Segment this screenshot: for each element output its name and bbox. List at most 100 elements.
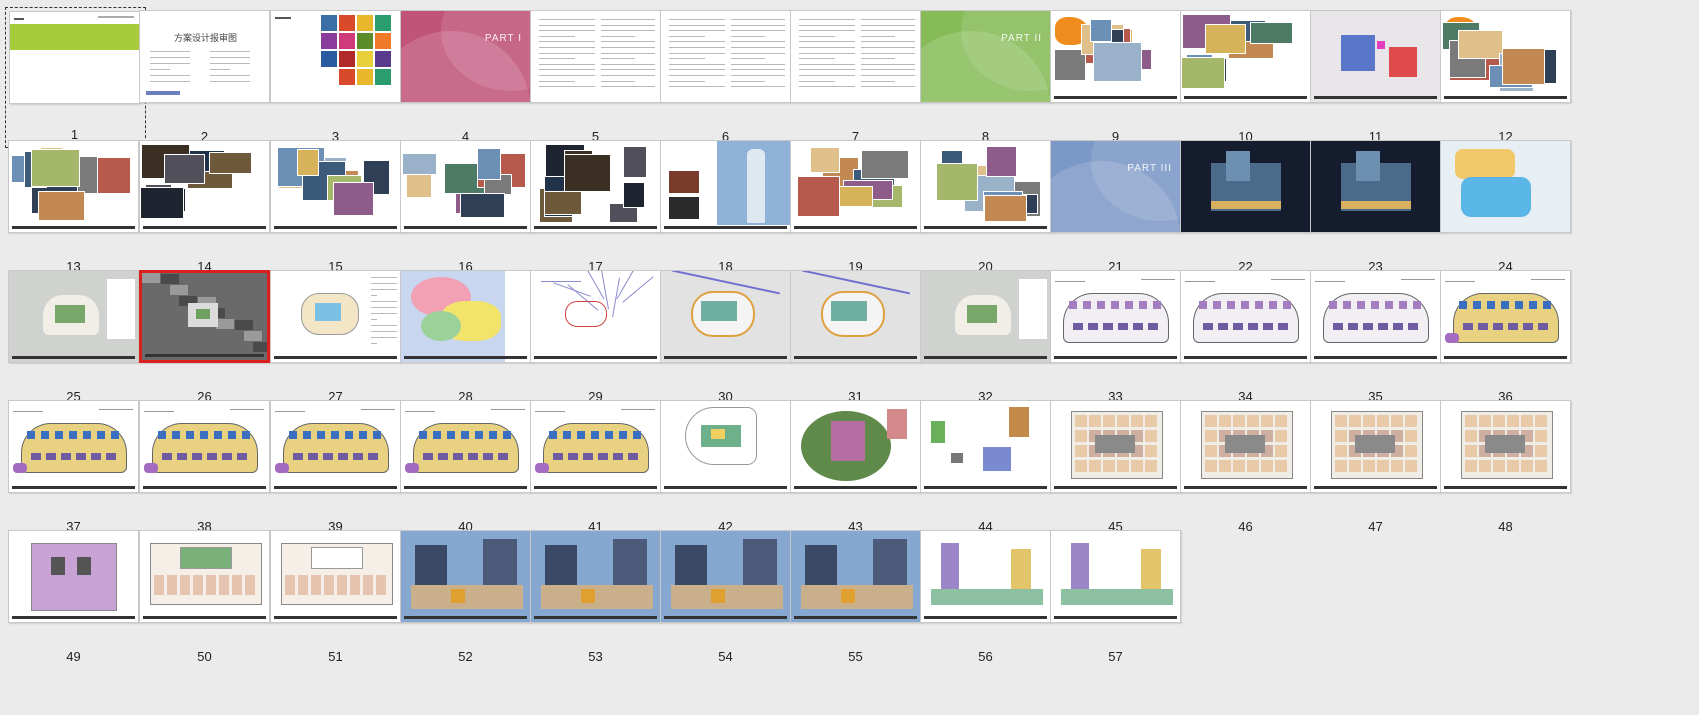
slide-cell-37[interactable]: 37 bbox=[8, 400, 149, 541]
slide-cell-26[interactable]: 26 bbox=[139, 270, 280, 411]
slide-cell-8[interactable]: PART II 8 bbox=[920, 10, 1061, 151]
slide-cell-19[interactable]: 19 bbox=[790, 140, 931, 281]
slide-cell-13[interactable]: 13 bbox=[8, 140, 149, 281]
slide-cell-6[interactable]: 6 bbox=[660, 10, 801, 151]
slide-cell-41[interactable]: 41 bbox=[530, 400, 671, 541]
slide-cell-3[interactable]: 3 bbox=[270, 10, 411, 151]
slide-thumbnail[interactable] bbox=[1050, 270, 1181, 363]
slide-cell-18[interactable]: 18 bbox=[660, 140, 801, 281]
slide-cell-56[interactable]: 56 bbox=[920, 530, 1061, 671]
slide-thumbnail[interactable] bbox=[270, 10, 401, 103]
slide-cell-1[interactable]: 1 bbox=[5, 7, 146, 148]
slide-cell-44[interactable]: 44 bbox=[920, 400, 1061, 541]
slide-cell-20[interactable]: 20 bbox=[920, 140, 1061, 281]
slide-thumbnail[interactable] bbox=[270, 530, 401, 623]
slide-thumbnail[interactable] bbox=[139, 530, 270, 623]
slide-thumbnail[interactable] bbox=[139, 400, 270, 493]
slide-thumbnail[interactable] bbox=[530, 140, 661, 233]
slide-cell-4[interactable]: PART I 4 bbox=[400, 10, 541, 151]
slide-cell-28[interactable]: 28 bbox=[400, 270, 541, 411]
slide-cell-46[interactable]: 46 bbox=[1180, 400, 1321, 541]
slide-thumbnail[interactable] bbox=[790, 400, 921, 493]
slide-thumbnail[interactable] bbox=[920, 270, 1051, 363]
slide-thumbnail[interactable] bbox=[270, 270, 401, 363]
slide-thumbnail[interactable]: PART III bbox=[1050, 140, 1181, 233]
slide-thumbnail[interactable]: PART I bbox=[400, 10, 531, 103]
slide-cell-43[interactable]: 43 bbox=[790, 400, 931, 541]
slide-thumbnail[interactable] bbox=[1180, 10, 1311, 103]
slide-thumbnail[interactable] bbox=[660, 270, 791, 363]
slide-thumbnail[interactable] bbox=[1310, 400, 1441, 493]
slide-thumbnail[interactable] bbox=[660, 530, 791, 623]
slide-thumbnail[interactable] bbox=[790, 10, 921, 103]
slide-cell-48[interactable]: 48 bbox=[1440, 400, 1581, 541]
slide-thumbnail[interactable] bbox=[660, 140, 791, 233]
slide-thumbnail[interactable] bbox=[9, 11, 140, 104]
slide-thumbnail[interactable] bbox=[1440, 400, 1571, 493]
slide-thumbnail[interactable] bbox=[920, 530, 1051, 623]
slide-cell-29[interactable]: 29 bbox=[530, 270, 671, 411]
slide-cell-16[interactable]: 16 bbox=[400, 140, 541, 281]
slide-thumbnail[interactable] bbox=[660, 10, 791, 103]
slide-thumbnail[interactable] bbox=[1180, 400, 1311, 493]
slide-thumbnail[interactable] bbox=[1310, 270, 1441, 363]
slide-cell-53[interactable]: 53 bbox=[530, 530, 671, 671]
slide-thumbnail[interactable] bbox=[270, 140, 401, 233]
slide-cell-22[interactable]: 22 bbox=[1180, 140, 1321, 281]
slide-thumbnail[interactable] bbox=[1310, 10, 1441, 103]
slide-thumbnail[interactable] bbox=[660, 400, 791, 493]
slide-cell-14[interactable]: 14 bbox=[139, 140, 280, 281]
slide-thumbnail[interactable] bbox=[1440, 140, 1571, 233]
slide-cell-25[interactable]: 25 bbox=[8, 270, 149, 411]
slide-cell-5[interactable]: 5 bbox=[530, 10, 671, 151]
slide-cell-23[interactable]: 23 bbox=[1310, 140, 1451, 281]
slide-thumbnail[interactable] bbox=[920, 140, 1051, 233]
slide-cell-7[interactable]: 7 bbox=[790, 10, 931, 151]
slide-cell-40[interactable]: 40 bbox=[400, 400, 541, 541]
slide-thumbnail[interactable] bbox=[1050, 530, 1181, 623]
slide-cell-51[interactable]: 51 bbox=[270, 530, 411, 671]
slide-thumbnail[interactable] bbox=[1310, 140, 1441, 233]
slide-cell-35[interactable]: 35 bbox=[1310, 270, 1451, 411]
slide-thumbnail[interactable] bbox=[790, 530, 921, 623]
slide-cell-12[interactable]: 12 bbox=[1440, 10, 1581, 151]
slide-thumbnail[interactable] bbox=[400, 400, 531, 493]
slide-cell-38[interactable]: 38 bbox=[139, 400, 280, 541]
slide-thumbnail[interactable]: PART II bbox=[920, 10, 1051, 103]
slide-cell-55[interactable]: 55 bbox=[790, 530, 931, 671]
slide-cell-39[interactable]: 39 bbox=[270, 400, 411, 541]
slide-thumbnail[interactable] bbox=[8, 530, 139, 623]
slide-cell-2[interactable]: 方案设计报审图 2 bbox=[139, 10, 280, 151]
slide-thumbnail[interactable] bbox=[1050, 400, 1181, 493]
slide-cell-49[interactable]: 49 bbox=[8, 530, 149, 671]
slide-thumbnail[interactable] bbox=[1440, 10, 1571, 103]
slide-thumbnail[interactable] bbox=[1440, 270, 1571, 363]
slide-cell-42[interactable]: 42 bbox=[660, 400, 801, 541]
slide-cell-15[interactable]: 15 bbox=[270, 140, 411, 281]
slide-cell-47[interactable]: 47 bbox=[1310, 400, 1451, 541]
slide-thumbnail[interactable] bbox=[790, 140, 921, 233]
slide-cell-32[interactable]: 32 bbox=[920, 270, 1061, 411]
slide-thumbnail[interactable] bbox=[530, 270, 661, 363]
slide-cell-10[interactable]: 10 bbox=[1180, 10, 1321, 151]
slide-thumbnail[interactable] bbox=[920, 400, 1051, 493]
slide-thumbnail[interactable] bbox=[8, 270, 139, 363]
slide-thumbnail[interactable] bbox=[139, 270, 270, 363]
slide-thumbnail[interactable] bbox=[530, 530, 661, 623]
slide-thumbnail[interactable] bbox=[139, 140, 270, 233]
slide-thumbnail[interactable] bbox=[530, 400, 661, 493]
slide-cell-31[interactable]: 31 bbox=[790, 270, 931, 411]
slide-cell-57[interactable]: 57 bbox=[1050, 530, 1191, 671]
slide-cell-33[interactable]: 33 bbox=[1050, 270, 1191, 411]
slide-cell-52[interactable]: 52 bbox=[400, 530, 541, 671]
slide-cell-50[interactable]: 50 bbox=[139, 530, 280, 671]
slide-thumbnail[interactable] bbox=[1050, 10, 1181, 103]
slide-cell-30[interactable]: 30 bbox=[660, 270, 801, 411]
slide-cell-24[interactable]: 24 bbox=[1440, 140, 1581, 281]
slide-cell-34[interactable]: 34 bbox=[1180, 270, 1321, 411]
slide-cell-45[interactable]: 45 bbox=[1050, 400, 1191, 541]
slide-thumbnail[interactable] bbox=[8, 400, 139, 493]
slide-cell-11[interactable]: 11 bbox=[1310, 10, 1451, 151]
slide-thumbnail[interactable]: 方案设计报审图 bbox=[139, 10, 270, 103]
slide-cell-17[interactable]: 17 bbox=[530, 140, 671, 281]
